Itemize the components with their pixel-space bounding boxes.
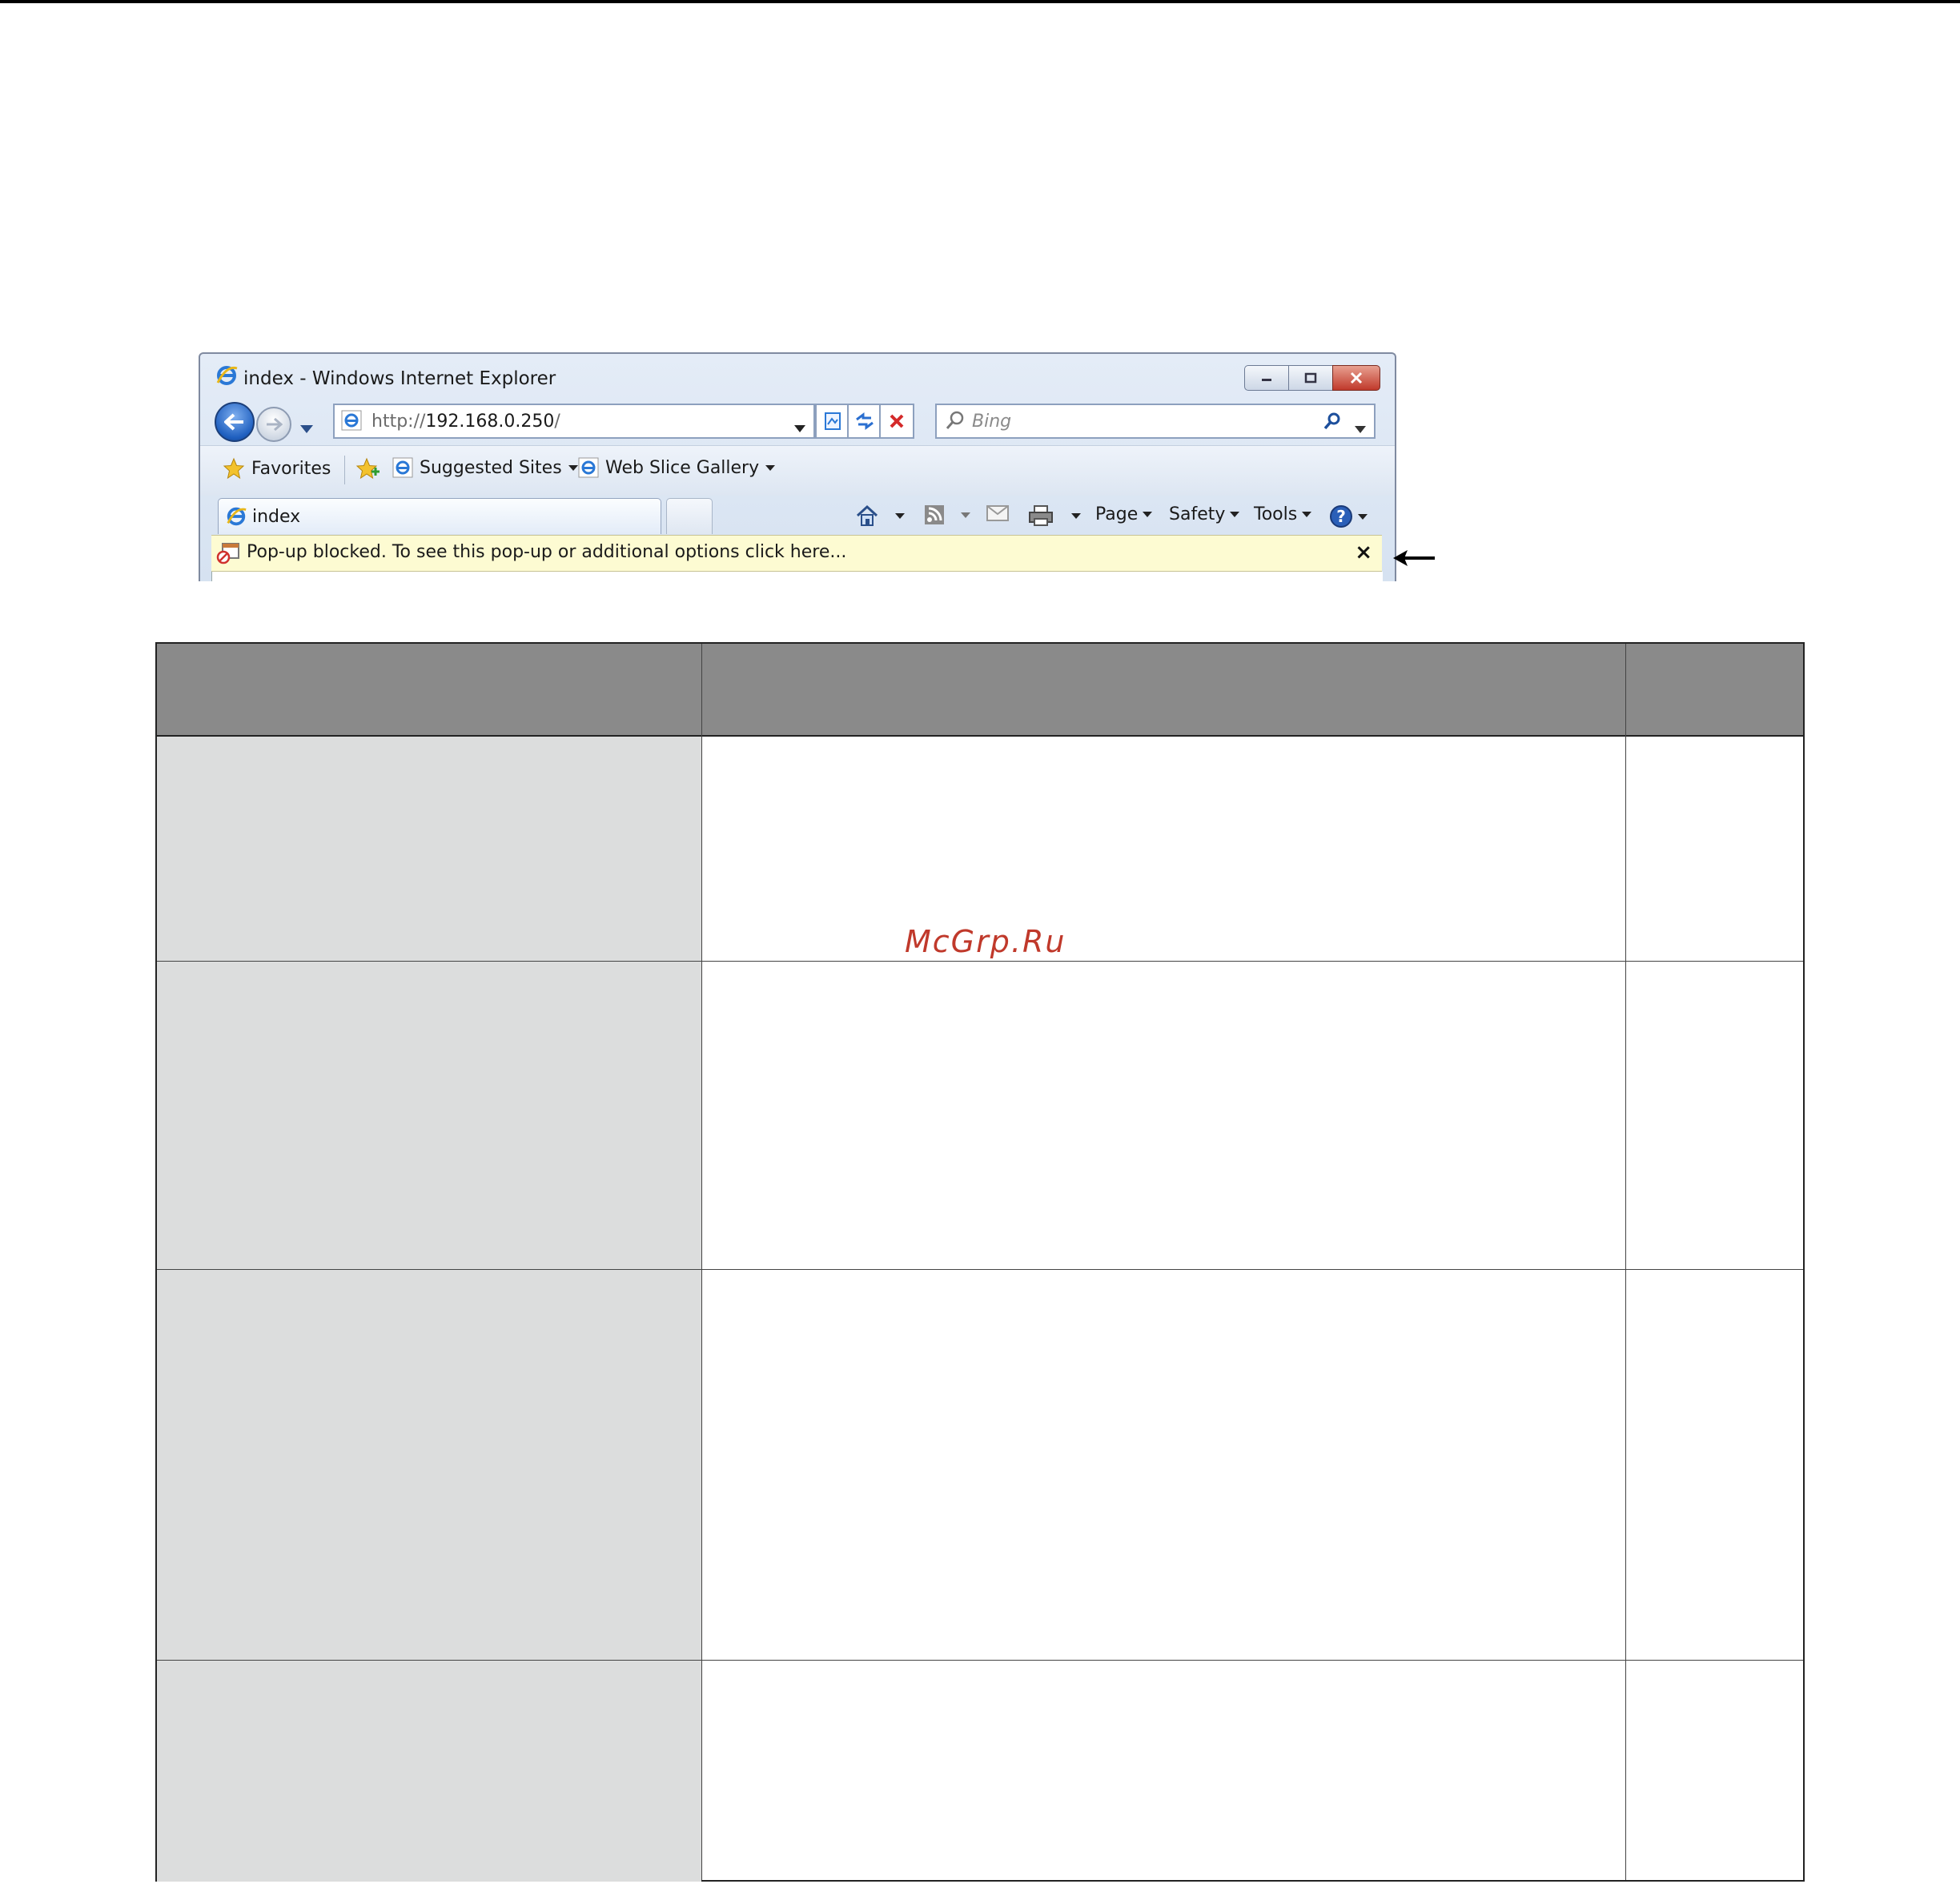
web-slice-gallery-label: Web Slice Gallery bbox=[605, 457, 760, 478]
table-header-row bbox=[157, 644, 1803, 737]
help-icon: ? bbox=[1330, 505, 1352, 528]
favorites-button[interactable]: Favorites bbox=[223, 457, 331, 480]
table-row bbox=[157, 962, 1803, 1270]
home-button[interactable] bbox=[855, 504, 905, 527]
chevron-down-icon bbox=[794, 425, 805, 432]
compatibility-view-icon bbox=[825, 412, 841, 430]
star-icon bbox=[223, 457, 245, 480]
rss-feed-icon bbox=[925, 505, 944, 524]
ie-logo-icon bbox=[225, 505, 247, 532]
watermark: McGrp.Ru bbox=[905, 924, 1066, 959]
tab-label: index bbox=[252, 507, 301, 527]
forward-button[interactable] bbox=[256, 407, 291, 442]
favorites-separator bbox=[344, 456, 345, 484]
tools-menu-label: Tools bbox=[1254, 504, 1298, 524]
chevron-down-icon bbox=[1302, 512, 1312, 517]
table-cell-label bbox=[157, 1661, 701, 1882]
magnifier-icon bbox=[945, 410, 966, 436]
chevron-down-icon bbox=[1143, 512, 1153, 517]
refresh-button[interactable] bbox=[847, 404, 882, 439]
search-box[interactable]: Bing bbox=[935, 404, 1376, 439]
stop-icon bbox=[890, 414, 904, 428]
table-cell-label bbox=[157, 962, 701, 1269]
close-icon bbox=[1350, 372, 1363, 384]
back-button[interactable] bbox=[215, 402, 255, 442]
recent-pages-dropdown[interactable] bbox=[299, 418, 314, 439]
forward-arrow-icon bbox=[267, 417, 283, 432]
search-placeholder: Bing bbox=[972, 412, 1012, 432]
window-controls bbox=[1244, 365, 1380, 391]
restore-button[interactable] bbox=[1288, 365, 1333, 391]
read-mail-button[interactable] bbox=[986, 504, 1009, 522]
chevron-down-icon bbox=[1071, 512, 1081, 519]
infobar-close-button[interactable]: × bbox=[1355, 540, 1372, 564]
window-title: index - Windows Internet Explorer bbox=[243, 368, 556, 389]
page-content-area bbox=[211, 572, 1383, 581]
search-options-dropdown[interactable] bbox=[1355, 418, 1366, 439]
chevron-down-icon bbox=[765, 464, 776, 471]
column-divider bbox=[701, 644, 702, 1880]
back-arrow-icon bbox=[224, 413, 243, 431]
restore-icon bbox=[1304, 372, 1317, 384]
safety-menu-label: Safety bbox=[1169, 504, 1226, 524]
address-bar[interactable]: http://192.168.0.250/ bbox=[333, 404, 815, 439]
tools-menu[interactable]: Tools bbox=[1254, 504, 1312, 524]
stop-button[interactable] bbox=[879, 404, 914, 439]
chevron-down-icon bbox=[1355, 426, 1366, 433]
page-menu[interactable]: Page bbox=[1095, 504, 1153, 524]
infobar-message: Pop-up blocked. To see this pop-up or ad… bbox=[247, 542, 847, 562]
new-tab-button[interactable] bbox=[666, 498, 713, 534]
svg-text:?: ? bbox=[1336, 507, 1346, 526]
annotation-arrow-icon bbox=[1392, 546, 1436, 573]
popup-blocked-icon bbox=[216, 542, 240, 569]
popup-blocked-infobar[interactable]: Pop-up blocked. To see this pop-up or ad… bbox=[211, 535, 1382, 572]
tab-index[interactable]: index bbox=[218, 498, 661, 534]
close-window-button[interactable] bbox=[1332, 365, 1380, 391]
help-menu[interactable]: ? bbox=[1329, 504, 1368, 528]
table-row bbox=[157, 1270, 1803, 1661]
page-menu-label: Page bbox=[1095, 504, 1139, 524]
favorites-bar: Favorites Suggested Sites Web Slice Gall… bbox=[200, 445, 1395, 496]
chevron-down-icon bbox=[568, 464, 578, 471]
chevron-down-icon bbox=[1230, 512, 1240, 517]
settings-table bbox=[155, 642, 1805, 1882]
refresh-icon bbox=[856, 412, 874, 430]
title-bar: index - Windows Internet Explorer bbox=[200, 354, 1395, 402]
minimize-button[interactable] bbox=[1244, 365, 1289, 391]
chevron-down-icon bbox=[300, 425, 313, 433]
address-url: http://192.168.0.250/ bbox=[372, 412, 560, 432]
suggested-sites-link[interactable]: Suggested Sites bbox=[392, 457, 578, 478]
chevron-down-icon bbox=[1358, 513, 1368, 520]
column-divider bbox=[1625, 644, 1626, 1880]
tab-bar: index Page Safety Tools ? bbox=[200, 495, 1395, 535]
add-to-favorites-bar-button[interactable] bbox=[355, 457, 381, 480]
ie-logo-icon bbox=[215, 364, 239, 392]
ie-page-icon bbox=[578, 457, 599, 478]
favorites-label: Favorites bbox=[251, 458, 331, 479]
suggested-sites-label: Suggested Sites bbox=[420, 457, 562, 478]
web-slice-gallery-link[interactable]: Web Slice Gallery bbox=[578, 457, 776, 478]
table-cell-label bbox=[157, 1270, 701, 1660]
chevron-down-icon bbox=[961, 512, 970, 518]
table-cell-label bbox=[157, 737, 701, 961]
ie-page-icon bbox=[392, 457, 413, 478]
add-favorite-icon bbox=[355, 457, 380, 480]
print-icon bbox=[1029, 505, 1053, 526]
home-icon bbox=[856, 504, 878, 526]
chevron-down-icon bbox=[895, 512, 905, 519]
navigation-bar: http://192.168.0.250/ Bing bbox=[200, 400, 1395, 445]
mail-icon bbox=[986, 505, 1009, 521]
table-row bbox=[157, 1661, 1803, 1882]
search-go-button[interactable] bbox=[1323, 412, 1342, 436]
feeds-button[interactable] bbox=[924, 504, 970, 525]
search-icon bbox=[1323, 412, 1340, 430]
safety-menu[interactable]: Safety bbox=[1169, 504, 1240, 524]
page-icon bbox=[341, 410, 362, 436]
browser-window: index - Windows Internet Explorer http:/… bbox=[199, 352, 1396, 581]
print-button[interactable] bbox=[1028, 504, 1081, 527]
compatibility-view-button[interactable] bbox=[815, 404, 850, 439]
minimize-icon bbox=[1262, 379, 1271, 381]
top-rule bbox=[0, 0, 1960, 3]
address-dropdown[interactable] bbox=[794, 417, 805, 438]
